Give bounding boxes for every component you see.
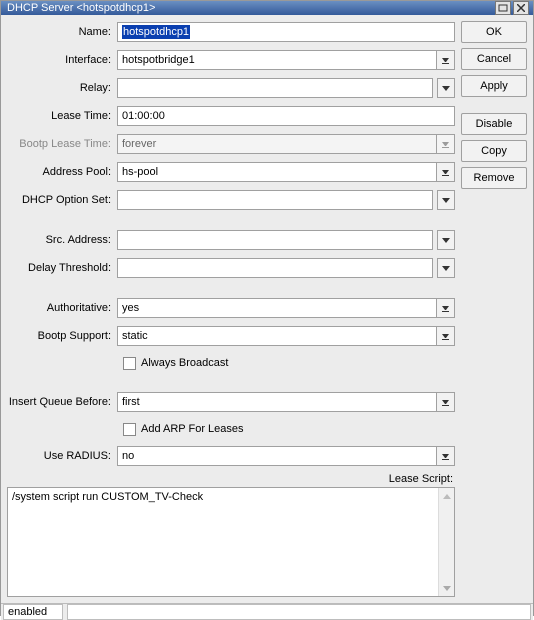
- relay-input[interactable]: [117, 78, 433, 98]
- status-state: enabled: [3, 604, 63, 620]
- lease-script-textarea[interactable]: /system script run CUSTOM_TV-Check: [8, 488, 438, 596]
- dhcp-option-set-input[interactable]: [117, 190, 433, 210]
- src-address-expand-button[interactable]: [437, 230, 455, 250]
- use-radius-dropdown-button[interactable]: [437, 446, 455, 466]
- use-radius-input[interactable]: no: [117, 446, 437, 466]
- use-radius-label: Use RADIUS:: [7, 450, 117, 462]
- disable-button[interactable]: Disable: [461, 113, 527, 135]
- interface-dropdown-button[interactable]: [437, 50, 455, 70]
- delay-threshold-input[interactable]: [117, 258, 433, 278]
- bootp-lease-time-dropdown-button: [437, 134, 455, 154]
- relay-label: Relay:: [7, 82, 117, 94]
- minimize-button[interactable]: [495, 1, 511, 15]
- bootp-support-label: Bootp Support:: [7, 330, 117, 342]
- scroll-up-icon[interactable]: [439, 488, 454, 504]
- delay-threshold-expand-button[interactable]: [437, 258, 455, 278]
- client-area: Name: hotspotdhcp1 Interface: hotspotbri…: [1, 15, 533, 603]
- status-spacer: [67, 604, 531, 620]
- always-broadcast-checkbox[interactable]: [123, 357, 136, 370]
- titlebar: DHCP Server <hotspotdhcp1>: [1, 1, 533, 15]
- bootp-support-input[interactable]: static: [117, 326, 437, 346]
- add-arp-label: Add ARP For Leases: [141, 423, 244, 435]
- window-title: DHCP Server <hotspotdhcp1>: [7, 2, 493, 14]
- interface-label: Interface:: [7, 54, 117, 66]
- lease-script-label: Lease Script:: [389, 473, 453, 485]
- name-label: Name:: [7, 26, 117, 38]
- copy-button[interactable]: Copy: [461, 140, 527, 162]
- interface-input[interactable]: hotspotbridge1: [117, 50, 437, 70]
- remove-button[interactable]: Remove: [461, 167, 527, 189]
- src-address-input[interactable]: [117, 230, 433, 250]
- lease-time-label: Lease Time:: [7, 110, 117, 122]
- insert-queue-before-dropdown-button[interactable]: [437, 392, 455, 412]
- button-column: OK Cancel Apply Disable Copy Remove: [461, 21, 527, 597]
- cancel-button[interactable]: Cancel: [461, 48, 527, 70]
- lease-time-input[interactable]: 01:00:00: [117, 106, 455, 126]
- dhcp-option-set-expand-button[interactable]: [437, 190, 455, 210]
- status-bar: enabled: [1, 603, 533, 620]
- bootp-lease-time-label: Bootp Lease Time:: [7, 138, 117, 150]
- address-pool-input[interactable]: hs-pool: [117, 162, 437, 182]
- bootp-support-dropdown-button[interactable]: [437, 326, 455, 346]
- src-address-label: Src. Address:: [7, 234, 117, 246]
- delay-threshold-label: Delay Threshold:: [7, 262, 117, 274]
- address-pool-dropdown-button[interactable]: [437, 162, 455, 182]
- dhcp-option-set-label: DHCP Option Set:: [7, 194, 117, 206]
- bootp-lease-time-input: forever: [117, 134, 437, 154]
- close-button[interactable]: [513, 1, 529, 15]
- form-column: Name: hotspotdhcp1 Interface: hotspotbri…: [7, 21, 455, 597]
- relay-expand-button[interactable]: [437, 78, 455, 98]
- scroll-down-icon[interactable]: [439, 580, 454, 596]
- insert-queue-before-input[interactable]: first: [117, 392, 437, 412]
- authoritative-input[interactable]: yes: [117, 298, 437, 318]
- lease-script-textarea-wrap: /system script run CUSTOM_TV-Check: [7, 487, 455, 597]
- add-arp-checkbox[interactable]: [123, 423, 136, 436]
- authoritative-dropdown-button[interactable]: [437, 298, 455, 318]
- authoritative-label: Authoritative:: [7, 302, 117, 314]
- lease-script-scrollbar[interactable]: [438, 488, 454, 596]
- insert-queue-before-label: Insert Queue Before:: [7, 396, 117, 408]
- ok-button[interactable]: OK: [461, 21, 527, 43]
- dhcp-server-window: DHCP Server <hotspotdhcp1> Name: hotspot…: [0, 0, 534, 616]
- always-broadcast-label: Always Broadcast: [141, 357, 228, 369]
- name-input[interactable]: hotspotdhcp1: [117, 22, 455, 42]
- apply-button[interactable]: Apply: [461, 75, 527, 97]
- address-pool-label: Address Pool:: [7, 166, 117, 178]
